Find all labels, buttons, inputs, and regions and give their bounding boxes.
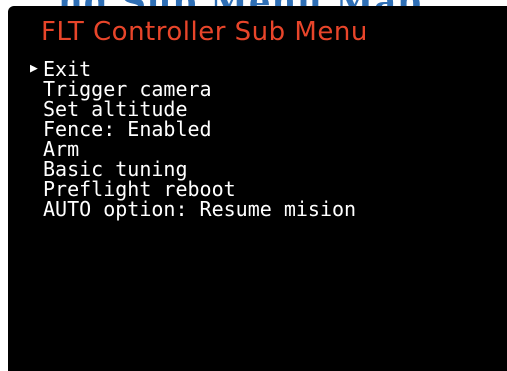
menu-title: FLT Controller Sub Menu	[41, 17, 368, 47]
menu-item-set-altitude[interactable]: Set altitude	[30, 99, 356, 119]
menu-item-preflight-reboot[interactable]: Preflight reboot	[30, 179, 356, 199]
menu-item-exit[interactable]: ▶ Exit	[30, 59, 356, 79]
menu-item-label: Preflight reboot	[43, 177, 236, 201]
osd-screen: FLT Controller Sub Menu ▶ Exit Trigger c…	[8, 6, 507, 371]
menu-item-label: Fence: Enabled	[43, 117, 212, 141]
menu-list: ▶ Exit Trigger camera Set altitude Fence…	[30, 59, 356, 219]
menu-item-label: Set altitude	[43, 97, 188, 121]
menu-item-label: Exit	[43, 57, 92, 81]
osd-frame: ng Sub Menu Map FLT Controller Sub Menu …	[0, 0, 507, 371]
menu-item-label: Arm	[43, 137, 80, 161]
menu-item-label: AUTO option: Resume mision	[43, 197, 357, 221]
menu-item-label: Basic tuning	[43, 157, 188, 181]
menu-item-basic-tuning[interactable]: Basic tuning	[30, 159, 356, 179]
menu-item-fence[interactable]: Fence: Enabled	[30, 119, 356, 139]
menu-item-auto-option[interactable]: AUTO option: Resume mision	[30, 199, 356, 219]
menu-item-arm[interactable]: Arm	[30, 139, 356, 159]
menu-item-label: Trigger camera	[43, 77, 212, 101]
right-pointing-triangle-icon: ▶	[30, 61, 38, 76]
menu-item-trigger-camera[interactable]: Trigger camera	[30, 79, 356, 99]
